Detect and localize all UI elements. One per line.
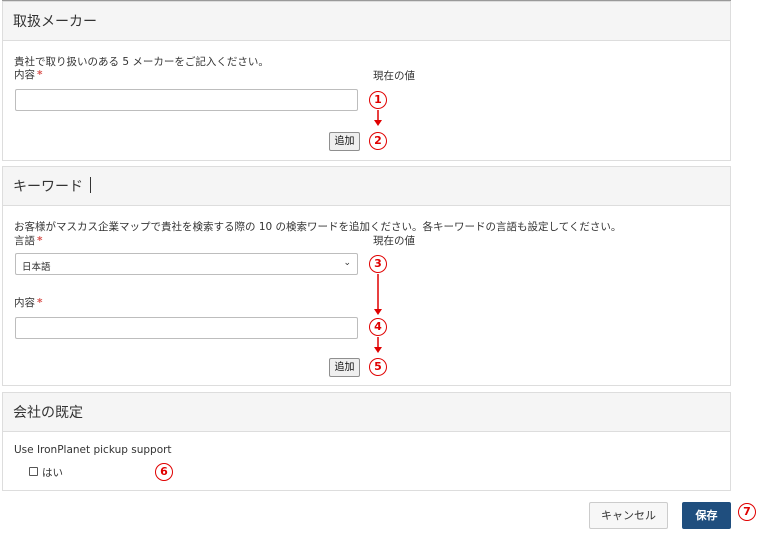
keywords-language-label: 言語 * bbox=[14, 235, 43, 247]
annotation-marker-7: 7 bbox=[738, 503, 756, 521]
annotation-marker-3: 3 bbox=[369, 255, 387, 273]
makers-content-input[interactable] bbox=[15, 89, 358, 111]
company-panel-title: 会社の既定 bbox=[13, 405, 83, 421]
pickup-checkbox-label: はい bbox=[42, 467, 63, 479]
keywords-language-select[interactable]: 日本語 ⌄ bbox=[15, 253, 358, 275]
makers-content-label: 内容 * bbox=[14, 69, 43, 81]
company-panel-header: 会社の既定 bbox=[3, 393, 730, 432]
makers-panel-header: 取扱メーカー bbox=[3, 2, 730, 41]
text-cursor bbox=[90, 177, 91, 193]
annotation-marker-2: 2 bbox=[369, 132, 387, 150]
annotation-marker-1: 1 bbox=[369, 91, 387, 109]
language-selected-value: 日本語 bbox=[22, 262, 51, 273]
makers-panel-title: 取扱メーカー bbox=[13, 14, 97, 30]
company-panel: 会社の既定 Use IronPlanet pickup support はい 6 bbox=[2, 392, 731, 491]
arrow-down-icon bbox=[374, 337, 382, 353]
required-mark: * bbox=[37, 235, 43, 247]
cancel-button[interactable]: キャンセル bbox=[589, 502, 668, 529]
keywords-panel: キーワード お客様がマスカス企業マップで貴社を検索する際の 10 の検索ワードを… bbox=[2, 166, 731, 386]
keywords-current-value-label: 現在の値 bbox=[373, 235, 415, 247]
arrow-down-icon bbox=[374, 110, 382, 126]
keywords-panel-header: キーワード bbox=[3, 167, 730, 206]
makers-add-button[interactable]: 追加 bbox=[329, 132, 360, 151]
annotation-marker-6: 6 bbox=[155, 463, 173, 481]
annotation-marker-5: 5 bbox=[369, 358, 387, 376]
required-mark: * bbox=[37, 297, 43, 309]
makers-panel: 取扱メーカー 貴社で取り扱いのある 5 メーカーをご記入ください。 内容 * 現在… bbox=[2, 1, 731, 161]
keywords-description: お客様がマスカス企業マップで貴社を検索する際の 10 の検索ワードを追加ください… bbox=[14, 221, 622, 233]
makers-description: 貴社で取り扱いのある 5 メーカーをご記入ください。 bbox=[14, 56, 269, 68]
makers-current-value-label: 現在の値 bbox=[373, 70, 415, 82]
annotation-marker-4: 4 bbox=[369, 318, 387, 336]
save-button[interactable]: 保存 bbox=[682, 502, 731, 529]
keywords-add-button[interactable]: 追加 bbox=[329, 358, 360, 377]
chevron-down-icon: ⌄ bbox=[343, 258, 351, 268]
arrow-down-icon bbox=[374, 274, 382, 315]
required-mark: * bbox=[37, 69, 43, 81]
pickup-checkbox[interactable] bbox=[29, 467, 38, 476]
keywords-content-input[interactable] bbox=[15, 317, 358, 339]
pickup-support-label: Use IronPlanet pickup support bbox=[14, 444, 172, 456]
keywords-panel-title: キーワード bbox=[13, 179, 83, 195]
keywords-content-label: 内容 * bbox=[14, 297, 43, 309]
